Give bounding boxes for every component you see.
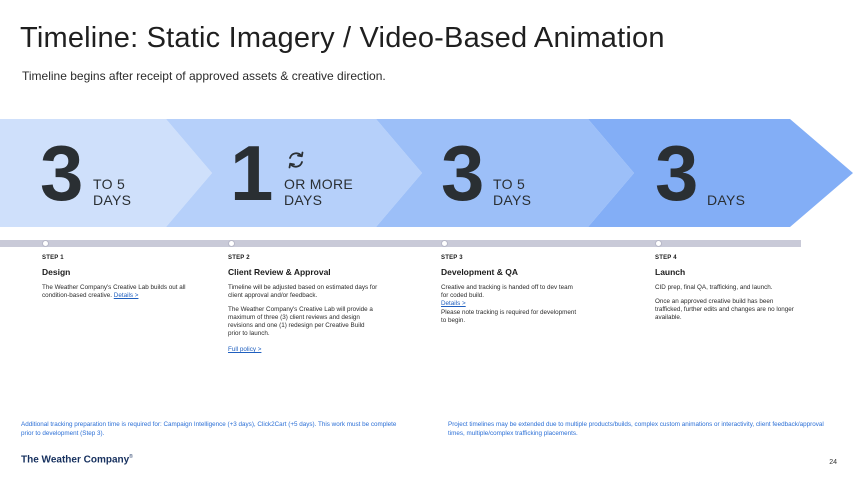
step-3-text-1: Creative and tracking is handed off to d…	[441, 284, 573, 299]
brand-registered-mark: ®	[129, 454, 133, 460]
step-3-name: Development & QA	[441, 267, 518, 277]
step-4: STEP 4 Launch CID prep, final QA, traffi…	[655, 255, 795, 322]
step-4-name: Launch	[655, 267, 686, 277]
step-1-label: STEP 1	[42, 255, 64, 261]
footnote-right: Project timelines may be extended due to…	[448, 421, 824, 437]
step-4-marker	[655, 240, 662, 247]
phase-2-unit-line2: DAYS	[284, 192, 323, 208]
step-1-details-link[interactable]: Details >	[114, 292, 139, 299]
step-2-name: Client Review & Approval	[228, 267, 331, 277]
step-2-marker	[228, 240, 235, 247]
step-2-full-policy-link[interactable]: Full policy >	[228, 346, 261, 353]
step-4-text-2: Once an approved creative build has been…	[655, 298, 794, 321]
brand-name: The Weather Company	[21, 454, 130, 466]
page-title: Timeline: Static Imagery / Video-Based A…	[20, 22, 665, 54]
refresh-cycle-icon	[288, 151, 304, 169]
phase-1-unit-line1: TO 5	[93, 176, 126, 192]
phase-2-unit-line1: OR MORE	[284, 176, 353, 192]
phase-4-unit-line2: DAYS	[707, 192, 746, 208]
step-4-text-1: CID prep, final QA, trafficking, and lau…	[655, 284, 773, 291]
phase-3-number: 3	[441, 129, 485, 217]
step-3-details-link[interactable]: Details >	[441, 300, 581, 307]
step-2-text-1: Timeline will be adjusted based on estim…	[228, 284, 378, 299]
phase-3-unit-line2: DAYS	[493, 192, 532, 208]
footnote-left: Additional tracking preparation time is …	[21, 421, 397, 437]
page-subtitle: Timeline begins after receipt of approve…	[22, 69, 386, 83]
step-3: STEP 3 Development & QA Creative and tra…	[441, 255, 581, 325]
step-1-marker	[42, 240, 49, 247]
phase-1-number: 3	[40, 129, 84, 217]
brand-logo: The Weather Company®	[21, 454, 133, 465]
step-1-description: The Weather Company's Creative Lab build…	[42, 284, 192, 300]
step-1: STEP 1 Design The Weather Company's Crea…	[42, 255, 192, 300]
step-3-marker	[441, 240, 448, 247]
page-number: 24	[829, 459, 837, 466]
step-4-label: STEP 4	[655, 255, 677, 261]
step-1-name: Design	[42, 267, 71, 277]
phase-1-unit-line2: DAYS	[93, 192, 132, 208]
phase-3-unit-line1: TO 5	[493, 176, 526, 192]
step-2-label: STEP 2	[228, 255, 250, 261]
step-3-text-2: Please note tracking is required for dev…	[441, 309, 577, 324]
timeline-chevrons	[0, 119, 853, 227]
phase-4-number: 3	[655, 129, 699, 217]
step-3-label: STEP 3	[441, 255, 463, 261]
progress-bar	[0, 240, 801, 247]
phase-2-number: 1	[230, 129, 274, 217]
step-2: STEP 2 Client Review & Approval Timeline…	[228, 255, 378, 356]
step-2-text-2: The Weather Company's Creative Lab will …	[228, 306, 373, 337]
